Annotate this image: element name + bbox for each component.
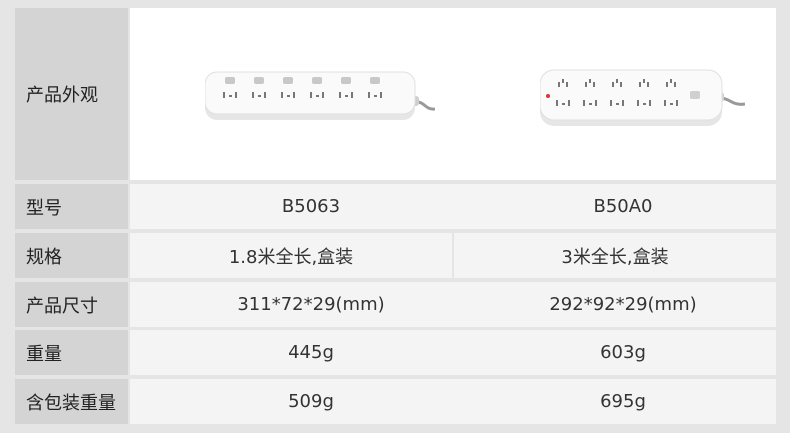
row-label: 重量 — [15, 330, 128, 375]
appearance-images — [130, 8, 776, 180]
row-value: 445g 603g — [130, 330, 776, 375]
row-value-2: 3米全长,盒装 — [454, 233, 776, 278]
model-value-2: B50A0 — [593, 196, 653, 217]
packaged-weight-value-2: 695g — [600, 391, 646, 412]
spec-row-specification: 规格 1.8米全长,盒装 3米全长,盒装 — [15, 233, 776, 278]
row-value: 311*72*29(mm) 292*92*29(mm) — [130, 282, 776, 327]
packaged-weight-value-1: 509g — [288, 391, 334, 412]
spec-row-weight: 重量 445g 603g — [15, 330, 776, 375]
spec-row-packaged-weight: 含包装重量 509g 695g — [15, 379, 776, 424]
dimensions-value-2: 292*92*29(mm) — [549, 294, 697, 315]
row-value-1: 1.8米全长,盒装 — [130, 233, 452, 278]
row-value: B5063 B50A0 — [130, 184, 776, 229]
dimensions-value-1: 311*72*29(mm) — [237, 294, 385, 315]
spec-row-dimensions: 产品尺寸 311*72*29(mm) 292*92*29(mm) — [15, 282, 776, 327]
row-label: 含包装重量 — [15, 379, 128, 424]
weight-value-1: 445g — [288, 342, 334, 363]
spec-row-model: 型号 B5063 B50A0 — [15, 184, 776, 229]
row-label: 产品尺寸 — [15, 282, 128, 327]
row-label: 规格 — [15, 233, 128, 278]
row-value: 509g 695g — [130, 379, 776, 424]
weight-value-2: 603g — [600, 342, 646, 363]
product-image-b5063 — [205, 68, 435, 124]
row-label: 型号 — [15, 184, 128, 229]
product-image-b50a0 — [540, 66, 745, 130]
appearance-label: 产品外观 — [15, 8, 128, 180]
appearance-row: 产品外观 — [15, 8, 776, 180]
model-value-1: B5063 — [281, 196, 341, 217]
